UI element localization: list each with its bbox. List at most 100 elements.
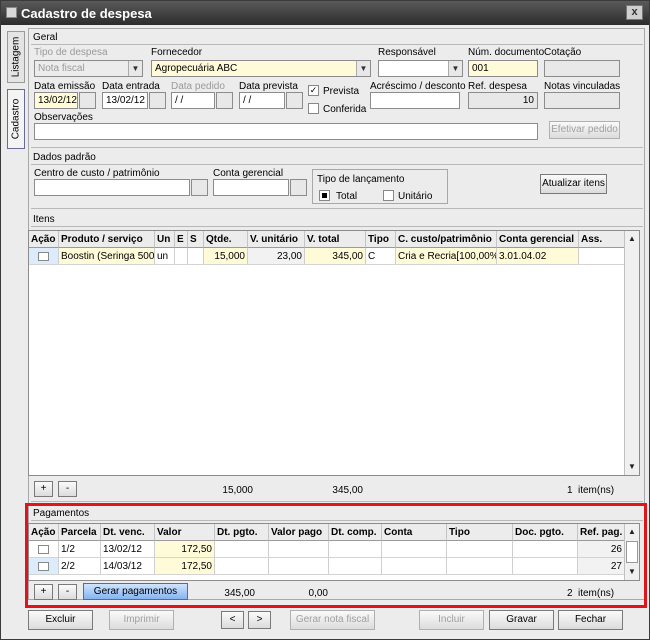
col-header[interactable]: Produto / serviço [59,231,155,248]
remove-item-button[interactable]: - [58,481,77,497]
add-item-button[interactable]: + [34,481,53,497]
cell-un[interactable]: un [155,248,175,265]
tipo-despesa-select: Nota fiscal ▼ [34,60,143,77]
col-header[interactable]: Conta gerencial [497,231,579,248]
col-header[interactable]: Tipo [366,231,396,248]
chevron-down-icon: ▼ [448,61,462,76]
col-header[interactable]: V. unitário [248,231,305,248]
col-header[interactable]: Un [155,231,175,248]
conferida-label: Conferida [323,104,367,115]
window: Cadastro de despesa x Listagem Cadastro … [0,0,650,640]
centro-custo-input[interactable] [34,179,190,196]
unitario-radio[interactable] [383,190,394,201]
tipo-lancamento-label: Tipo de lançamento [317,174,405,185]
total-radio[interactable] [319,190,330,201]
cell-v-unitario[interactable]: 23,00 [248,248,305,265]
col-header[interactable]: S [188,231,204,248]
gerar-nota-fiscal-button[interactable]: Gerar nota fiscal [290,610,375,630]
cell-ass[interactable] [579,248,625,265]
data-prevista-input[interactable]: / / [239,92,285,109]
checkbox-icon [38,252,49,261]
data-pedido-label: Data pedido [171,81,225,92]
close-button[interactable]: x [626,5,643,20]
scroll-down-icon[interactable]: ▼ [626,461,638,473]
divider [31,208,643,209]
cotacao-label: Cotação [544,47,582,58]
cell-produto[interactable]: Boostin (Seringa 500 m [59,248,155,265]
atualizar-itens-button[interactable]: Atualizar itens [540,174,607,194]
section-itens-title: Itens [33,214,55,225]
radio-selected-icon [322,193,327,198]
centro-custo-label: Centro de custo / patrimônio [34,168,160,179]
imprimir-button[interactable]: Imprimir [109,610,174,630]
efetivar-pedido-button[interactable]: Efetivar pedido [549,121,620,139]
title-bar: Cadastro de despesa x [1,1,649,25]
excluir-button[interactable]: Excluir [28,610,93,630]
section-geral-title: Geral [33,32,58,43]
window-title: Cadastro de despesa [21,6,152,21]
itens-scrollbar[interactable]: ▲ ▼ [624,231,639,475]
acrescimo-input[interactable] [370,92,460,109]
row-action[interactable] [29,248,59,265]
scroll-up-icon[interactable]: ▲ [626,233,638,245]
itens-total-qtde: 15,000 [222,485,253,496]
conferida-checkbox[interactable] [308,103,319,114]
highlight-box [25,503,647,608]
responsavel-select[interactable]: ▼ [378,60,463,77]
cell-s[interactable] [188,248,204,265]
divider [31,44,643,45]
data-emissao-input[interactable]: 13/02/12 [34,92,78,109]
cell-v-total[interactable]: 345,00 [305,248,366,265]
conta-gerencial-input[interactable] [213,179,289,196]
data-entrada-input[interactable]: 13/02/12 [102,92,148,109]
ref-despesa-label: Ref. despesa [468,81,527,92]
itens-count-suffix: item(ns) [578,485,615,496]
col-header[interactable]: E [175,231,188,248]
divider [31,164,643,165]
cell-qtde[interactable]: 15,000 [204,248,248,265]
cell-tipo[interactable]: C [366,248,396,265]
observacoes-label: Observações [34,112,93,123]
divider [31,226,643,227]
incluir-button[interactable]: Incluir [419,610,484,630]
next-button[interactable]: > [248,611,271,629]
prev-button[interactable]: < [221,611,244,629]
acrescimo-label: Acréscimo / desconto [370,81,466,92]
data-emissao-label: Data emissão [34,81,96,92]
notas-vinculadas-label: Notas vinculadas [544,81,621,92]
prevista-checkbox[interactable]: ✓ [308,85,319,96]
data-pedido-input[interactable]: / / [171,92,215,109]
search-button[interactable] [290,179,307,196]
fornecedor-select[interactable]: Agropecuária ABC ▼ [151,60,371,77]
col-header[interactable]: Qtde. [204,231,248,248]
total-label: Total [336,191,358,202]
cell-conta-gerencial[interactable]: 3.01.04.02 [497,248,579,265]
divider [31,501,643,502]
calendar-button[interactable] [79,92,96,109]
ref-despesa-value: 10 [468,92,538,109]
calendar-button[interactable] [286,92,303,109]
section-dados-title: Dados padrão [33,152,96,163]
cotacao-input [544,60,620,77]
notas-vinculadas-value [544,92,620,109]
cell-e[interactable] [175,248,188,265]
tab-listagem[interactable]: Listagem [7,31,25,83]
fechar-button[interactable]: Fechar [558,610,623,630]
tipo-despesa-value: Nota fiscal [38,63,85,74]
num-documento-input[interactable]: 001 [468,60,538,77]
col-header[interactable]: V. total [305,231,366,248]
observacoes-input[interactable] [34,123,538,140]
cell-centro-custo[interactable]: Cria e Recria[100,00% [396,248,497,265]
col-header[interactable]: C. custo/patrimônio [396,231,497,248]
tab-cadastro[interactable]: Cadastro [7,89,25,149]
gravar-button[interactable]: Gravar [489,610,554,630]
col-header[interactable]: Ação [29,231,59,248]
col-header[interactable]: Ass. [579,231,625,248]
search-button[interactable] [191,179,208,196]
tab-cadastro-label: Cadastro [10,98,22,140]
calendar-button[interactable] [216,92,233,109]
responsavel-label: Responsável [378,47,436,58]
calendar-button[interactable] [149,92,166,109]
prevista-label: Prevista [323,86,360,97]
chevron-down-icon: ▼ [356,61,370,76]
